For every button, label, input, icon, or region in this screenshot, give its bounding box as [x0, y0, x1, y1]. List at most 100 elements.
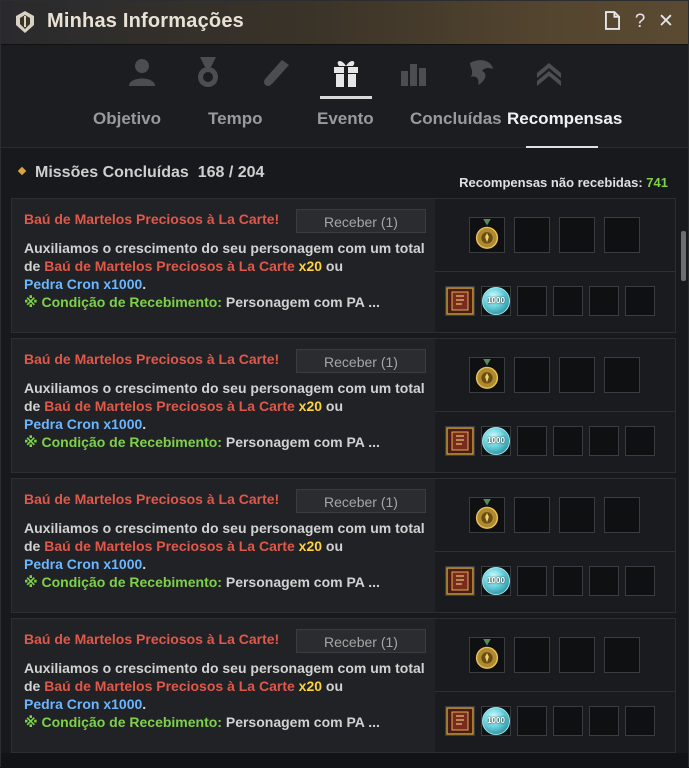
- mission-info: Baú de Martelos Preciosos à La Carte! Re…: [12, 619, 435, 752]
- category-gift[interactable]: [316, 45, 376, 99]
- reward-slot-empty[interactable]: [625, 286, 655, 316]
- rank-chevron-icon: [537, 63, 561, 86]
- receive-button[interactable]: Receber (1): [296, 629, 426, 653]
- reward-slot-empty[interactable]: [625, 426, 655, 456]
- book-slot[interactable]: [445, 426, 475, 456]
- reward-slot-empty[interactable]: [604, 357, 640, 393]
- mission-info: Baú de Martelos Preciosos à La Carte! Re…: [12, 339, 435, 472]
- reward-slot-empty[interactable]: [559, 217, 595, 253]
- desc-end: .: [142, 276, 147, 292]
- reward-slot-empty[interactable]: [514, 357, 550, 393]
- my-info-window: Minhas Informações ? ✕ Objetivo Tempo Ev…: [0, 0, 689, 768]
- cron-stone-icon: 1000: [482, 707, 510, 735]
- category-medal[interactable]: [178, 45, 238, 99]
- reward-slot-empty[interactable]: [559, 497, 595, 533]
- desc-item2: Pedra Cron x1000: [24, 696, 143, 712]
- medal-slot[interactable]: [469, 357, 505, 393]
- category-chart[interactable]: [383, 45, 443, 99]
- reward-slot-empty[interactable]: [514, 637, 550, 673]
- receive-button[interactable]: Receber (1): [296, 209, 426, 233]
- reward-slot-empty[interactable]: [604, 637, 640, 673]
- reward-slot-empty[interactable]: [553, 286, 583, 316]
- reward-slot-empty[interactable]: [559, 637, 595, 673]
- reward-slot-empty[interactable]: [589, 706, 619, 736]
- reward-slot-empty[interactable]: [604, 497, 640, 533]
- reward-slot-empty[interactable]: [517, 706, 547, 736]
- cron-stone-qty: 1000: [487, 436, 505, 445]
- hammer-chest-book-icon: [446, 427, 474, 455]
- close-button[interactable]: ✕: [655, 11, 677, 33]
- receive-button[interactable]: Receber (1): [296, 349, 426, 373]
- reward-slot-empty[interactable]: [553, 426, 583, 456]
- reward-slot-empty[interactable]: [514, 217, 550, 253]
- dragon-icon: [470, 60, 493, 85]
- category-scroll[interactable]: [247, 45, 307, 99]
- desc-end: .: [142, 416, 147, 432]
- gift-icon: [334, 61, 358, 87]
- condition-value: Personagem com PA ...: [225, 294, 380, 310]
- reward-slot-empty[interactable]: [589, 426, 619, 456]
- mission-card: Baú de Martelos Preciosos à La Carte! Re…: [11, 198, 676, 333]
- unreceived-count: 741: [646, 175, 668, 190]
- reward-divider: [435, 551, 675, 552]
- mission-card: Baú de Martelos Preciosos à La Carte! Re…: [11, 478, 676, 613]
- medal-slot[interactable]: [469, 217, 505, 253]
- reward-slot-empty[interactable]: [625, 706, 655, 736]
- reward-slot-empty[interactable]: [604, 217, 640, 253]
- reward-slot-empty[interactable]: [514, 497, 550, 533]
- cron-stone-slot[interactable]: 1000: [481, 286, 511, 316]
- summary-label: Missões Concluídas: [35, 164, 189, 181]
- desc-item2: Pedra Cron x1000: [24, 416, 143, 432]
- reward-slot-empty[interactable]: [589, 286, 619, 316]
- category-person[interactable]: [112, 45, 172, 99]
- desc-item: Baú de Martelos Preciosos à La Carte: [44, 258, 295, 274]
- cron-stone-slot[interactable]: 1000: [481, 566, 511, 596]
- tab-tempo[interactable]: Tempo: [208, 109, 262, 129]
- gold-medal-icon: [475, 638, 499, 669]
- condition-label: ※ Condição de Recebimento:: [24, 714, 222, 730]
- reward-slot-empty[interactable]: [625, 566, 655, 596]
- category-dragon[interactable]: [451, 45, 511, 99]
- mission-description: Auxiliamos o crescimento do seu personag…: [24, 379, 429, 451]
- gold-medal-icon: [475, 498, 499, 529]
- bar-chart-icon: [401, 64, 426, 86]
- reward-slot-empty[interactable]: [553, 706, 583, 736]
- hammer-chest-book-icon: [446, 707, 474, 735]
- reward-slot-empty[interactable]: [589, 566, 619, 596]
- tab-evento[interactable]: Evento: [317, 109, 374, 129]
- mission-description: Auxiliamos o crescimento do seu personag…: [24, 659, 429, 731]
- scrollbar-thumb[interactable]: [681, 231, 686, 281]
- mission-info: Baú de Martelos Preciosos à La Carte! Re…: [12, 199, 435, 332]
- tab-recompensas[interactable]: Recompensas: [507, 109, 622, 129]
- mission-title: Baú de Martelos Preciosos à La Carte!: [24, 351, 280, 367]
- mission-title: Baú de Martelos Preciosos à La Carte!: [24, 211, 280, 227]
- category-rank[interactable]: [519, 45, 579, 99]
- reward-slot-empty[interactable]: [559, 357, 595, 393]
- scroll-icon: [264, 60, 289, 86]
- book-slot[interactable]: [445, 566, 475, 596]
- desc-item: Baú de Martelos Preciosos à La Carte: [44, 538, 295, 554]
- reward-slot-empty[interactable]: [517, 566, 547, 596]
- reward-slot-empty[interactable]: [517, 286, 547, 316]
- reward-slot-empty[interactable]: [517, 426, 547, 456]
- document-icon[interactable]: [601, 11, 623, 33]
- medal-slot[interactable]: [469, 637, 505, 673]
- book-slot[interactable]: [445, 286, 475, 316]
- tab-objetivo[interactable]: Objetivo: [93, 109, 161, 129]
- desc-or: ou: [322, 538, 344, 554]
- reward-slot-empty[interactable]: [553, 566, 583, 596]
- desc-item2: Pedra Cron x1000: [24, 276, 143, 292]
- desc-item: Baú de Martelos Preciosos à La Carte: [44, 398, 295, 414]
- medal-slot[interactable]: [469, 497, 505, 533]
- receive-button[interactable]: Receber (1): [296, 489, 426, 513]
- cron-stone-slot[interactable]: 1000: [481, 426, 511, 456]
- cron-stone-slot[interactable]: 1000: [481, 706, 511, 736]
- tab-concluidas[interactable]: Concluídas: [410, 109, 502, 129]
- desc-or: ou: [322, 258, 344, 274]
- mission-title: Baú de Martelos Preciosos à La Carte!: [24, 631, 280, 647]
- title-bar[interactable]: Minhas Informações ? ✕: [1, 1, 688, 45]
- cron-stone-qty: 1000: [487, 296, 505, 305]
- book-slot[interactable]: [445, 706, 475, 736]
- condition-label: ※ Condição de Recebimento:: [24, 294, 222, 310]
- help-button[interactable]: ?: [629, 11, 651, 33]
